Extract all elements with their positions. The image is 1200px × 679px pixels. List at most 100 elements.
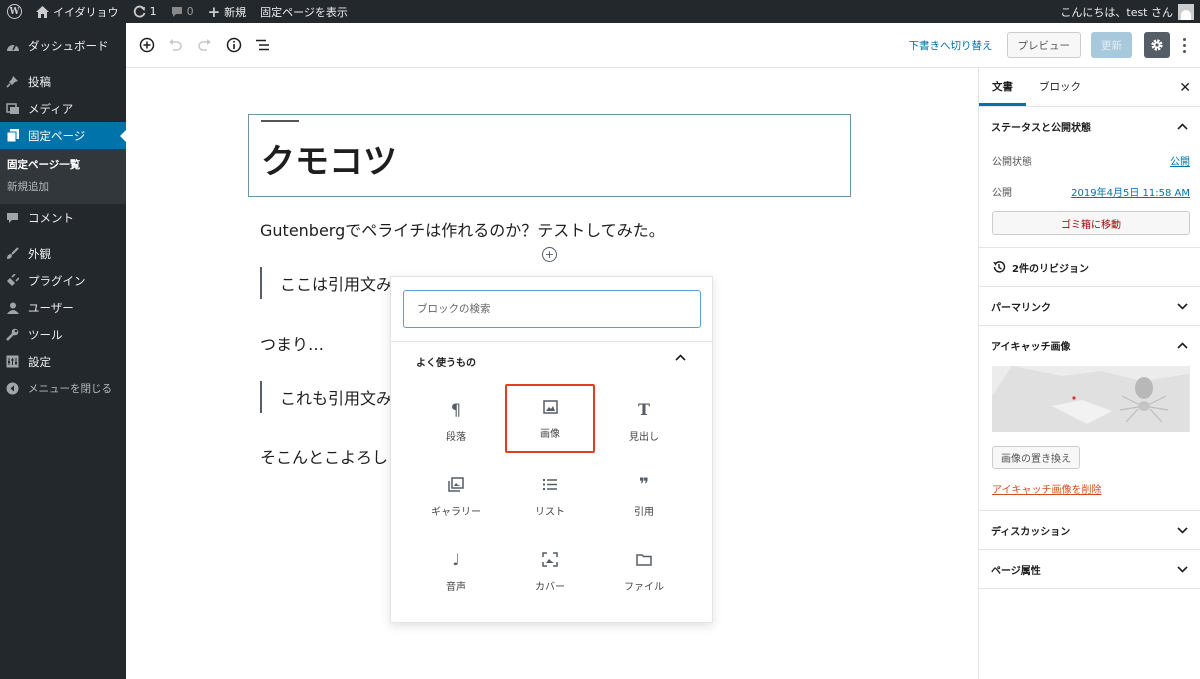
post-title-block[interactable]: クモコツ — [248, 114, 851, 197]
spider-map-illustration — [992, 366, 1189, 432]
sidebar-item-comments[interactable]: コメント — [0, 204, 126, 231]
updates-link[interactable]: 1 — [126, 0, 164, 23]
visibility-row: 公開状態 公開 — [979, 145, 1200, 176]
block-label: 画像 — [540, 428, 560, 440]
view-page-label: 固定ページを表示 — [260, 5, 348, 19]
sidebar-tabs: 文書 ブロック ✕ — [979, 68, 1200, 107]
panel-title: パーマリンク — [991, 302, 1051, 314]
block-paragraph[interactable]: ¶ 段落 — [409, 384, 503, 459]
paragraph-block[interactable]: そこんとこよろし — [260, 444, 388, 468]
replace-image-button[interactable]: 画像の置き換え — [992, 446, 1080, 469]
quote-text[interactable]: ここは引用文み — [280, 271, 392, 295]
tab-document[interactable]: 文書 — [979, 67, 1026, 106]
post-title[interactable]: クモコツ — [261, 134, 397, 183]
permalink-panel-toggle[interactable]: パーマリンク — [979, 287, 1200, 325]
most-used-panel-title[interactable]: よく使うもの — [416, 354, 476, 369]
block-quote[interactable]: ❞ 引用 — [597, 459, 691, 534]
pin-icon — [5, 75, 20, 88]
view-page-link[interactable]: 固定ページを表示 — [253, 0, 355, 23]
page-attributes-panel-toggle[interactable]: ページ属性 — [979, 550, 1200, 588]
new-label: 新規 — [224, 5, 247, 19]
wrench-icon — [5, 328, 20, 341]
wordpress-logo-icon: W — [7, 4, 22, 19]
sidebar-item-pages[interactable]: 固定ページ — [0, 122, 126, 149]
move-to-trash-button[interactable]: ゴミ箱に移動 — [992, 211, 1190, 235]
undo-icon — [169, 38, 182, 51]
add-block-button[interactable] — [132, 31, 161, 60]
chevron-down-icon — [1177, 565, 1188, 573]
chevron-up-icon[interactable] — [675, 351, 686, 364]
close-icon[interactable]: ✕ — [1179, 80, 1191, 96]
sidebar-item-posts[interactable]: 投稿 — [0, 68, 126, 95]
sidebar-item-label: 投稿 — [28, 74, 51, 89]
block-heading[interactable]: T 見出し — [597, 384, 691, 459]
document-settings-sidebar: 文書 ブロック ✕ ステータスと公開状態 公開状態 公開 公開 2019年4月5… — [978, 68, 1200, 679]
comments-link[interactable]: 0 — [164, 0, 201, 23]
greeting[interactable]: こんにちは、test さん — [1060, 4, 1173, 20]
quote-block[interactable]: ここは引用文み — [260, 267, 392, 299]
collapse-menu-button[interactable]: メニューを閉じる — [0, 375, 126, 402]
page-attributes-panel: ページ属性 — [979, 550, 1200, 589]
new-content-link[interactable]: + 新規 — [201, 0, 254, 23]
featured-image-panel-toggle[interactable]: アイキャッチ画像 — [979, 326, 1200, 364]
block-search-input[interactable] — [403, 290, 701, 328]
block-navigation-button[interactable] — [248, 31, 277, 60]
wordpress-logo-button[interactable]: W — [0, 0, 29, 23]
block-cover[interactable]: カバー — [503, 534, 597, 609]
site-name-link[interactable]: イイダリョウ — [29, 0, 126, 23]
inline-inserter-button[interactable]: + — [542, 247, 557, 262]
block-label: リスト — [535, 506, 565, 518]
submenu-add-new[interactable]: 新規追加 — [0, 176, 126, 198]
tab-block[interactable]: ブロック — [1026, 67, 1094, 106]
sidebar-item-plugins[interactable]: プラグイン — [0, 267, 126, 294]
quote-text[interactable]: これも引用文み — [280, 385, 392, 409]
sidebar-item-dashboard[interactable]: ダッシュボード — [0, 32, 126, 59]
sidebar-item-users[interactable]: ユーザー — [0, 294, 126, 321]
updates-count: 1 — [149, 5, 157, 18]
undo-button[interactable] — [161, 31, 190, 60]
sidebar-item-settings[interactable]: 設定 — [0, 348, 126, 375]
pages-submenu: 固定ページ一覧 新規追加 — [0, 149, 126, 204]
status-panel-toggle[interactable]: ステータスと公開状態 — [979, 107, 1200, 145]
update-button[interactable]: 更新 — [1091, 32, 1132, 58]
comment-bubble-icon — [171, 6, 182, 17]
block-label: 引用 — [634, 506, 654, 518]
discussion-panel-toggle[interactable]: ディスカッション — [979, 511, 1200, 549]
cover-icon — [542, 551, 558, 569]
preview-button[interactable]: プレビュー — [1006, 32, 1081, 58]
featured-image-thumbnail[interactable] — [992, 366, 1190, 432]
history-icon — [993, 261, 1006, 273]
block-gallery[interactable]: ギャラリー — [409, 459, 503, 534]
submenu-all-pages[interactable]: 固定ページ一覧 — [0, 154, 126, 176]
user-icon — [5, 302, 20, 314]
redo-button[interactable] — [190, 31, 219, 60]
switch-to-draft-link[interactable]: 下書きへ切り替え — [909, 38, 993, 53]
refresh-icon — [133, 5, 145, 18]
media-icon — [5, 102, 20, 115]
sidebar-item-media[interactable]: メディア — [0, 95, 126, 122]
settings-toggle-button[interactable] — [1144, 32, 1170, 58]
quote-block[interactable]: これも引用文み — [260, 381, 392, 413]
publish-date-toggle[interactable]: 2019年4月5日 11:58 AM — [1071, 184, 1190, 199]
paragraph-block[interactable]: つまり… — [260, 331, 324, 355]
gallery-icon — [448, 476, 464, 494]
admin-bar: W イイダリョウ 1 0 + 新規 固定ページを表示 こんにちは、test さん — [0, 0, 1200, 23]
sidebar-item-tools[interactable]: ツール — [0, 321, 126, 348]
avatar[interactable] — [1178, 3, 1194, 20]
paragraph-block[interactable]: Gutenbergでペライチは作れるのか？テストしてみた。 — [260, 217, 665, 241]
comment-icon — [5, 212, 20, 224]
revisions-link[interactable]: 2件のリビジョン — [979, 248, 1200, 286]
sidebar-item-label: 固定ページ — [28, 128, 86, 143]
panel-title: ディスカッション — [991, 526, 1071, 538]
plus-icon: + — [207, 2, 221, 21]
remove-featured-image-link[interactable]: アイキャッチ画像を削除 — [992, 481, 1200, 496]
block-audio[interactable]: ♩ 音声 — [409, 534, 503, 609]
block-file[interactable]: ファイル — [597, 534, 691, 609]
visibility-toggle[interactable]: 公開 — [1170, 153, 1190, 168]
more-menu-button[interactable] — [1176, 37, 1192, 53]
block-image[interactable]: 画像 — [505, 384, 595, 453]
sidebar-item-appearance[interactable]: 外観 — [0, 240, 126, 267]
block-list[interactable]: リスト — [503, 459, 597, 534]
content-info-button[interactable] — [219, 31, 248, 60]
more-vertical-icon — [1182, 37, 1186, 41]
